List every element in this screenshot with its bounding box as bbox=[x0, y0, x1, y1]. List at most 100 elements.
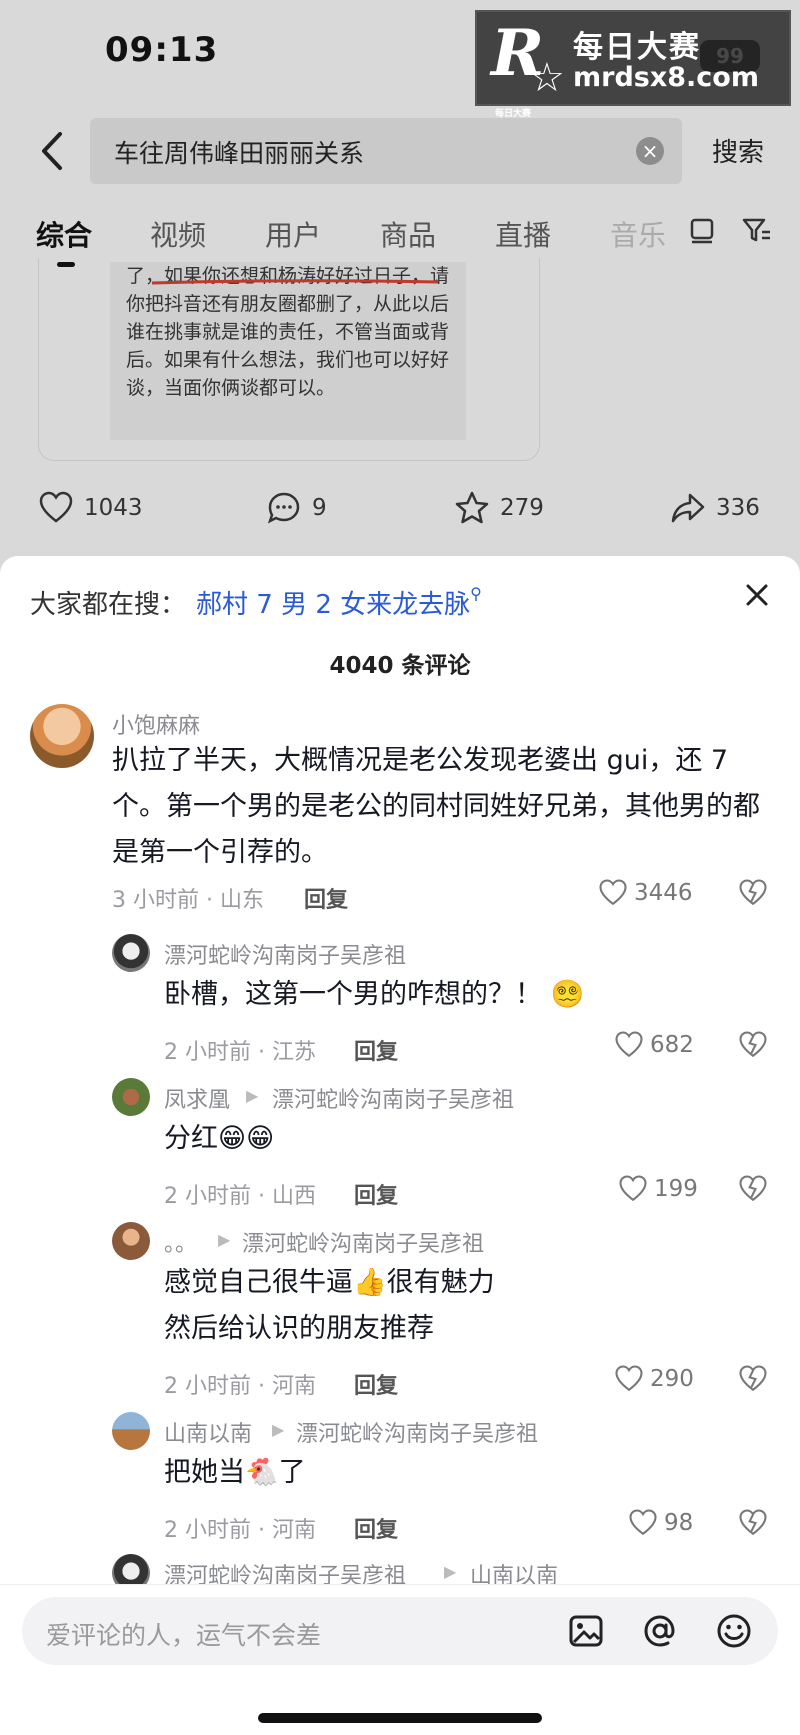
filter-icon[interactable] bbox=[740, 214, 772, 246]
comment-input-placeholder: 爱评论的人，运气不会差 bbox=[46, 1621, 322, 1650]
mention-icon[interactable] bbox=[640, 1611, 680, 1651]
reply-arrow-icon: ▶ bbox=[218, 1230, 231, 1249]
dislike-icon[interactable] bbox=[738, 1030, 768, 1060]
reply-button[interactable]: 回复 bbox=[354, 1178, 398, 1210]
heart-icon bbox=[599, 879, 627, 906]
reply-arrow-icon: ▶ bbox=[246, 1086, 259, 1105]
trending-search-link[interactable]: 郝村 7 男 2 女来龙去脉⚲ bbox=[196, 584, 482, 621]
comment-text: 把她当🐔了 bbox=[164, 1457, 306, 1488]
avatar[interactable] bbox=[112, 1078, 150, 1116]
share-count: 336 bbox=[716, 495, 760, 521]
comment-count: 9 bbox=[312, 495, 327, 521]
comment-count-title: 4040 条评论 bbox=[329, 653, 471, 679]
watermark-overlay: R 每日大赛 ☆ 每日大赛 mrdsx8.com bbox=[475, 10, 791, 119]
search-query-text: 车往周伟峰田丽丽关系 bbox=[114, 139, 365, 168]
heart-icon bbox=[629, 1509, 657, 1536]
like-count: 1043 bbox=[84, 495, 143, 521]
comment-item: 山南以南 ▶ 漂河蛇岭沟南岗子吴彦祖 把她当🐔了 2 小时前 · 河南 回复 9… bbox=[0, 1412, 800, 1544]
reply-to-username[interactable]: 漂河蛇岭沟南岗子吴彦祖 bbox=[272, 1082, 514, 1114]
trending-label: 大家都在搜： bbox=[30, 590, 187, 620]
share-icon bbox=[671, 493, 705, 523]
image-icon[interactable] bbox=[566, 1611, 606, 1651]
like-count: 199 bbox=[654, 1176, 698, 1202]
like-action[interactable]: 1043 bbox=[38, 490, 143, 526]
comment-username[interactable]: 。。 bbox=[164, 1226, 197, 1258]
close-icon[interactable] bbox=[740, 578, 774, 612]
comment-input-bar: 爱评论的人，运气不会差 bbox=[0, 1584, 800, 1735]
comment-text: 感觉自己很牛逼👍很有魅力 bbox=[164, 1267, 495, 1298]
search-icon: ⚲ bbox=[470, 584, 482, 603]
back-arrow-icon[interactable] bbox=[34, 128, 74, 174]
star-icon: ☆ bbox=[529, 55, 565, 101]
emoji-icon[interactable] bbox=[714, 1611, 754, 1651]
reply-button[interactable]: 回复 bbox=[354, 1512, 398, 1544]
heart-icon bbox=[39, 491, 73, 523]
like-count: 682 bbox=[650, 1032, 694, 1058]
comment-item: 小饱麻麻 扒拉了半天，大概情况是老公发现老婆出 gui，还 7 个。第一个男的是… bbox=[0, 704, 800, 924]
red-underline-mark bbox=[151, 279, 439, 285]
watermark-title: 每日大赛 bbox=[573, 30, 701, 65]
comment-meta: 3 小时前 · 山东 bbox=[112, 888, 264, 913]
comment-text: 卧槽，这第一个男的咋想的？！ 😵‍💫 bbox=[164, 979, 585, 1010]
watermark-url: mrdsx8.com bbox=[573, 62, 759, 93]
avatar[interactable] bbox=[112, 1412, 150, 1450]
reply-to-username[interactable]: 漂河蛇岭沟南岗子吴彦祖 bbox=[296, 1416, 538, 1448]
avatar[interactable] bbox=[30, 704, 94, 768]
comment-action[interactable]: 9 bbox=[266, 490, 327, 526]
comment-item: 凤求凰 ▶ 漂河蛇岭沟南岗子吴彦祖 分红😁😁 2 小时前 · 山西 回复 199 bbox=[0, 1078, 800, 1210]
like-count: 3446 bbox=[634, 880, 693, 906]
like-count: 290 bbox=[650, 1366, 694, 1392]
tab-music[interactable]: 音乐 bbox=[610, 214, 666, 254]
reply-button[interactable]: 回复 bbox=[354, 1368, 398, 1400]
tab-comprehensive[interactable]: 综合 bbox=[36, 214, 92, 254]
dislike-icon[interactable] bbox=[738, 878, 768, 908]
search-button[interactable]: 搜索 bbox=[712, 132, 764, 169]
reply-to-username[interactable]: 漂河蛇岭沟南岗子吴彦祖 bbox=[242, 1226, 484, 1258]
comment-username[interactable]: 山南以南 bbox=[164, 1416, 252, 1448]
tab-video[interactable]: 视频 bbox=[150, 214, 206, 254]
comment-item: 。。 ▶ 漂河蛇岭沟南岗子吴彦祖 感觉自己很牛逼👍很有魅力 然后给认识的朋友推荐… bbox=[0, 1222, 800, 1402]
comment-like-button[interactable]: 682 bbox=[614, 1030, 694, 1060]
search-input[interactable]: 车往周伟峰田丽丽关系 × bbox=[90, 118, 682, 184]
favorite-count: 279 bbox=[500, 495, 544, 521]
tab-users[interactable]: 用户 bbox=[265, 214, 321, 254]
reply-button[interactable]: 回复 bbox=[354, 1034, 398, 1066]
heart-icon bbox=[615, 1031, 643, 1058]
comment-like-button[interactable]: 98 bbox=[628, 1508, 693, 1538]
layout-toggle-icon[interactable] bbox=[686, 214, 718, 246]
share-action[interactable]: 336 bbox=[670, 490, 760, 526]
comment-meta: 2 小时前 · 江苏 bbox=[164, 1040, 316, 1065]
comment-like-button[interactable]: 3446 bbox=[598, 878, 693, 908]
comment-text-line2: 然后给认识的朋友推荐 bbox=[164, 1313, 434, 1344]
comment-meta: 2 小时前 · 河南 bbox=[164, 1374, 316, 1399]
clear-icon[interactable]: × bbox=[636, 137, 664, 165]
star-icon bbox=[455, 491, 489, 524]
tab-live[interactable]: 直播 bbox=[495, 214, 551, 254]
tab-products[interactable]: 商品 bbox=[380, 214, 436, 254]
favorite-action[interactable]: 279 bbox=[454, 490, 544, 526]
home-indicator bbox=[258, 1713, 542, 1723]
comment-like-button[interactable]: 199 bbox=[618, 1174, 698, 1204]
reply-button[interactable]: 回复 bbox=[304, 882, 348, 914]
dislike-icon[interactable] bbox=[738, 1364, 768, 1394]
avatar[interactable] bbox=[112, 934, 150, 972]
dislike-icon[interactable] bbox=[738, 1508, 768, 1538]
comment-text: 分红😁😁 bbox=[164, 1123, 275, 1154]
comment-username[interactable]: 凤求凰 bbox=[164, 1082, 230, 1114]
comment-meta: 2 小时前 · 山西 bbox=[164, 1184, 316, 1209]
comment-meta: 2 小时前 · 河南 bbox=[164, 1518, 316, 1543]
comment-username[interactable]: 小饱麻麻 bbox=[112, 708, 200, 740]
heart-icon bbox=[615, 1365, 643, 1392]
like-count: 98 bbox=[664, 1510, 694, 1536]
comment-item: 漂河蛇岭沟南岗子吴彦祖 卧槽，这第一个男的咋想的？！ 😵‍💫 2 小时前 · 江… bbox=[0, 934, 800, 1066]
status-time: 09:13 bbox=[105, 30, 219, 70]
comment-text: 扒拉了半天，大概情况是老公发现老婆出 gui，还 7 个。第一个男的是老公的同村… bbox=[112, 745, 760, 868]
reply-arrow-icon: ▶ bbox=[272, 1420, 285, 1439]
comment-icon bbox=[267, 492, 300, 524]
reply-arrow-icon: ▶ bbox=[444, 1562, 457, 1581]
comment-username[interactable]: 漂河蛇岭沟南岗子吴彦祖 bbox=[164, 938, 406, 970]
comment-like-button[interactable]: 290 bbox=[614, 1364, 694, 1394]
avatar[interactable] bbox=[112, 1222, 150, 1260]
comment-input[interactable]: 爱评论的人，运气不会差 bbox=[22, 1597, 778, 1665]
dislike-icon[interactable] bbox=[738, 1174, 768, 1204]
